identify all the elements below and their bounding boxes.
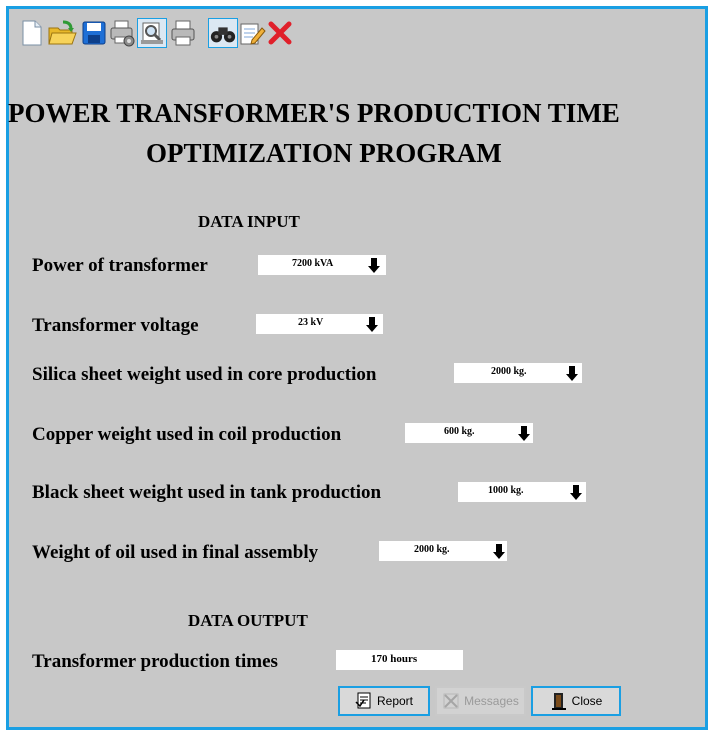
print-icon[interactable] <box>168 18 198 48</box>
voltage-label: Transformer voltage <box>32 315 199 336</box>
data-output-heading: DATA OUTPUT <box>188 611 308 630</box>
power-combo[interactable]: 7200 kVA <box>258 255 386 275</box>
door-exit-icon <box>551 693 566 710</box>
silica-value: 2000 kg. <box>491 366 527 377</box>
copper-combo[interactable]: 600 kg. <box>405 423 533 443</box>
oil-value: 2000 kg. <box>414 544 450 555</box>
page-title-line2: OPTIMIZATION PROGRAM <box>146 138 502 168</box>
data-input-heading: DATA INPUT <box>198 212 300 231</box>
find-binoculars-icon[interactable] <box>208 18 238 48</box>
dropdown-arrow-icon[interactable] <box>570 485 582 500</box>
report-button[interactable]: Report <box>338 686 430 716</box>
copper-value: 600 kg. <box>444 426 475 437</box>
close-button[interactable]: Close <box>531 686 621 716</box>
black-sheet-label: Black sheet weight used in tank producti… <box>32 482 382 503</box>
print-setup-icon[interactable] <box>107 18 137 48</box>
copper-label: Copper weight used in coil production <box>32 424 342 445</box>
silica-label: Silica sheet weight used in core product… <box>32 364 377 385</box>
dropdown-arrow-icon[interactable] <box>493 544 505 559</box>
production-time-value: 170 hours <box>371 653 418 665</box>
save-icon[interactable] <box>79 18 109 48</box>
messages-icon <box>443 693 459 709</box>
new-file-icon[interactable] <box>17 18 47 48</box>
report-icon <box>355 692 371 709</box>
close-x-icon[interactable] <box>265 18 295 48</box>
dropdown-arrow-icon[interactable] <box>566 366 578 381</box>
black-sheet-combo[interactable]: 1000 kg. <box>458 482 586 502</box>
edit-notepad-icon[interactable] <box>237 18 267 48</box>
power-value: 7200 kVA <box>292 258 334 269</box>
page-title-line1: POWER TRANSFORMER'S PRODUCTION TIME <box>8 98 620 128</box>
messages-label: Messages <box>464 694 519 708</box>
print-preview-icon[interactable] <box>137 18 167 48</box>
voltage-value: 23 kV <box>298 317 324 328</box>
oil-combo[interactable]: 2000 kg. <box>379 541 507 561</box>
silica-combo[interactable]: 2000 kg. <box>454 363 582 383</box>
report-label: Report <box>376 694 414 708</box>
production-time-output: 170 hours <box>336 650 463 670</box>
close-label: Close <box>571 694 603 708</box>
production-time-label: Transformer production times <box>32 651 278 672</box>
open-folder-icon[interactable] <box>47 18 77 48</box>
voltage-combo[interactable]: 23 kV <box>256 314 383 334</box>
power-label: Power of transformer <box>32 255 208 276</box>
oil-label: Weight of oil used in final assembly <box>32 542 319 563</box>
dropdown-arrow-icon[interactable] <box>518 426 530 441</box>
dropdown-arrow-icon[interactable] <box>368 258 380 273</box>
messages-button[interactable]: Messages <box>435 686 526 716</box>
dropdown-arrow-icon[interactable] <box>366 317 378 332</box>
black-sheet-value: 1000 kg. <box>488 485 524 496</box>
